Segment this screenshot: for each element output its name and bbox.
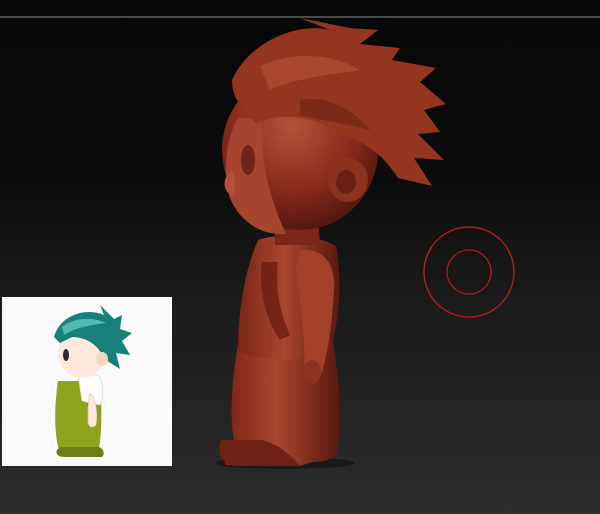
ref-shoes <box>56 447 104 457</box>
ref-ear <box>96 352 108 366</box>
hand <box>303 360 321 384</box>
reference-character-image <box>2 297 172 466</box>
eye <box>241 145 255 175</box>
ref-eye <box>63 349 69 361</box>
reference-image-panel <box>2 297 172 466</box>
ear-inner <box>336 170 356 194</box>
